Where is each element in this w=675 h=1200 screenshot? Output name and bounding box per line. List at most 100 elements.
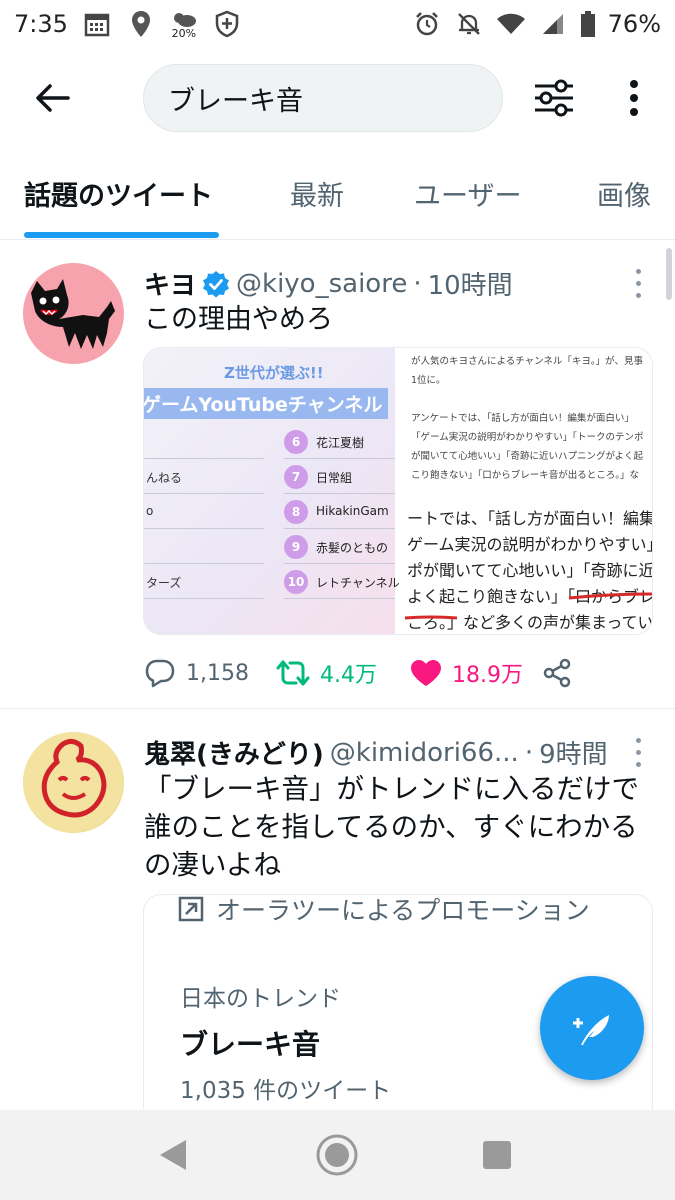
ranking-divider <box>144 458 264 459</box>
tweet-author-handle[interactable]: @kimidori66... <box>330 738 519 768</box>
trend-tweet-count: 1,035 件のツイート <box>180 1078 392 1104</box>
overflow-menu-button[interactable] <box>614 74 654 122</box>
ranking-divider <box>144 563 264 564</box>
tweet-timestamp[interactable]: 10時間 <box>428 265 513 302</box>
search-input[interactable]: ブレーキ音 <box>143 64 503 132</box>
ranking-row: 6 花江夏樹 <box>144 428 395 460</box>
search-query: ブレーキ音 <box>168 85 303 117</box>
retweet-count: 4.4万 <box>320 663 377 688</box>
avatar[interactable] <box>23 263 124 364</box>
tweet-text-line: 誰のことを指してるのか、すぐにわかる <box>144 811 638 843</box>
tweet[interactable]: キヨ @kiyo_saiore · 10時間 この理由やめろ Z世代が選ぶ!! … <box>0 241 675 709</box>
search-filter-button[interactable] <box>530 74 578 122</box>
retweet-icon <box>276 660 310 686</box>
nav-recents-icon <box>483 1141 511 1169</box>
search-header: ブレーキ音 <box>0 60 675 136</box>
compose-feather-icon <box>573 1015 609 1045</box>
nav-back-button[interactable] <box>150 1132 196 1178</box>
status-time: 7:35 <box>14 10 68 38</box>
ranking-subtitle: ゲームYouTubeチャンネル <box>144 388 389 419</box>
ranking-left-label: んねる <box>146 471 183 485</box>
trend-region: 日本のトレンド <box>180 986 341 1012</box>
black-cat-avatar-icon <box>31 279 115 349</box>
back-arrow-icon <box>36 84 70 112</box>
battery-percent: 76% <box>607 10 661 38</box>
ranking-row: 9 赤髪のともの <box>144 533 395 565</box>
retweet-button[interactable]: 4.4万 <box>276 657 377 689</box>
rank-name: レトチャンネル <box>316 576 400 590</box>
tab-images[interactable]: 画像 <box>597 174 651 213</box>
battery-icon <box>580 9 596 39</box>
ranking-row: o 8 HikakinGam <box>144 498 395 530</box>
rank-name: 花江夏樹 <box>316 436 365 450</box>
ranking-row: ターズ 10 レトチャンネル <box>144 568 400 600</box>
rank-number-badge: 7 <box>284 465 308 489</box>
reply-icon <box>145 659 175 688</box>
media-image-article-text[interactable]: が人気のキヨさんによるチャンネル「キヨ。」が、見事1位に。 アンケートでは、「話… <box>401 348 652 488</box>
rank-number-badge: 8 <box>284 500 308 524</box>
share-icon <box>543 658 571 688</box>
avatar[interactable] <box>23 732 124 833</box>
nav-home-icon <box>316 1134 358 1176</box>
rank-name: 赤髪のともの <box>316 541 389 555</box>
verified-badge-icon <box>202 270 230 298</box>
share-button[interactable] <box>542 658 572 688</box>
tweet-more-button[interactable] <box>628 734 648 770</box>
filter-sliders-icon <box>535 79 573 117</box>
ranking-divider <box>284 598 395 599</box>
red-underline-marks <box>404 592 652 620</box>
ranking-divider <box>284 493 395 494</box>
cloud-sun-icon <box>173 12 196 27</box>
tweet-more-button[interactable] <box>628 265 648 301</box>
signal-icon <box>538 9 568 39</box>
tab-top-tweets[interactable]: 話題のツイート <box>24 174 213 213</box>
tweet-text: 「ブレーキ音」がトレンドに入るだけで 誰のことを指してるのか、すぐにわかる の凄… <box>144 770 659 884</box>
bell-muted-icon <box>454 9 484 39</box>
tweet-media-grid[interactable]: Z世代が選ぶ!! ゲームYouTubeチャンネル 6 花江夏樹んねる 7 日常組 o 8 H… <box>143 347 653 635</box>
tweet-text: この理由やめろ <box>144 304 333 335</box>
like-button[interactable]: 18.9万 <box>410 657 523 689</box>
ranking-left-label: o <box>146 504 154 518</box>
article-excerpt: が人気のキヨさんによるチャンネル「キヨ。」が、見事1位に。 アンケートでは、「話… <box>411 356 644 481</box>
tweet-author-handle[interactable]: @kiyo_saiore <box>236 269 407 299</box>
tab-users[interactable]: ユーザー <box>414 174 521 213</box>
like-count: 18.9万 <box>452 663 523 688</box>
ranking-divider <box>144 598 264 599</box>
shield-icon <box>212 9 242 39</box>
back-button[interactable] <box>30 76 74 120</box>
rank-number-badge: 10 <box>284 570 308 594</box>
tab-latest[interactable]: 最新 <box>290 174 344 213</box>
media-image-ranking[interactable]: Z世代が選ぶ!! ゲームYouTubeチャンネル 6 花江夏樹んねる 7 日常組 o 8 H… <box>144 348 400 634</box>
promo-text: オーラツーによるプロモーション <box>216 896 590 925</box>
promo-label: オーラツーによるプロモーション <box>178 895 590 927</box>
ranking-divider <box>284 563 395 564</box>
more-vertical-icon <box>630 80 638 116</box>
ranking-divider <box>144 493 264 494</box>
alarm-icon <box>412 9 442 39</box>
tweet-timestamp[interactable]: 9時間 <box>539 734 608 771</box>
rank-name: 日常組 <box>316 471 353 485</box>
nav-recents-button[interactable] <box>474 1132 520 1178</box>
ranking-row: んねる 7 日常組 <box>144 463 395 495</box>
weather-indicator: 20% <box>170 10 198 39</box>
media-image-article-zoom[interactable]: ートでは、「話し方が面白い！編集が面ゲーム実況の説明がわかりやすい」「ポが聞いて… <box>401 494 652 634</box>
rank-name: HikakinGam <box>316 504 389 518</box>
ranking-divider <box>284 458 395 459</box>
calendar-icon <box>82 9 112 39</box>
tweet-text-line: の凄いよね <box>144 849 281 881</box>
system-navigation-bar <box>0 1110 675 1200</box>
compose-tweet-button[interactable] <box>540 976 644 1080</box>
tweet-author-name[interactable]: 鬼翠(きみどり) <box>144 734 324 771</box>
reply-button[interactable]: 1,158 <box>144 658 249 688</box>
location-pin-icon <box>126 9 156 39</box>
heart-icon <box>411 660 441 686</box>
nav-home-button[interactable] <box>314 1132 360 1178</box>
tab-active-indicator <box>24 232 219 238</box>
nav-back-icon <box>160 1140 186 1170</box>
tweet-author-name[interactable]: キヨ <box>144 265 196 302</box>
ranking-left-label: ターズ <box>146 576 182 590</box>
trend-topic: ブレーキ音 <box>180 1028 321 1061</box>
ranking-title: Z世代が選ぶ!! <box>224 364 324 382</box>
wifi-icon <box>496 9 526 39</box>
weather-percent: 20% <box>171 26 197 40</box>
